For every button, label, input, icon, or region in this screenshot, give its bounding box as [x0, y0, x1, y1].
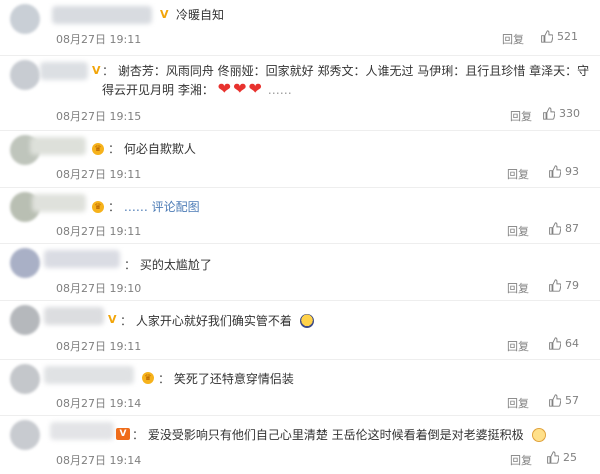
comment-content: 何必自欺欺人 [123, 142, 196, 156]
comment-text: ： 爱没受影响只有他们自己心里清楚 王岳伦这时候看着倒是对老婆挺积极 [132, 426, 546, 444]
heart-emojis: ❤❤❤ [217, 79, 264, 98]
comment-item: V ： 谢杏芳：风雨同舟 佟丽娅：回家就好 郑秀文：人谁无过 马伊琍：且行且珍惜… [0, 56, 600, 131]
laughing-emoji-icon [299, 314, 314, 328]
verified-red-icon: V [116, 428, 130, 440]
username[interactable] [44, 307, 104, 325]
comment-content: 笑死了还特意穿情侣装 [173, 372, 294, 386]
timestamp: 08月27日 19:11 [56, 225, 142, 238]
thumbs-up-icon [549, 337, 561, 350]
member-crown-icon: ♛ [92, 143, 104, 155]
comment-text: 冷暖自知 [176, 6, 224, 24]
like-button[interactable]: 57 [548, 394, 579, 407]
like-button[interactable]: 330 [542, 107, 580, 120]
comment-item: ♛ ： 笑死了还特意穿情侣装 08月27日 19:14 回复 57 [0, 360, 600, 416]
comment-text: ： 笑死了还特意穿情侣装 [158, 372, 294, 386]
verified-icon: V [160, 8, 169, 21]
like-button[interactable]: 25 [546, 451, 577, 464]
timestamp: 08月27日 19:11 [56, 168, 142, 181]
comment-content: 冷暖自知 [176, 8, 225, 22]
avatar[interactable] [10, 305, 40, 335]
reply-button[interactable]: 回复 [510, 452, 532, 468]
like-count: 57 [565, 394, 579, 407]
reply-button[interactable]: 回复 [507, 338, 529, 354]
avatar[interactable] [10, 420, 40, 450]
like-button[interactable]: 79 [548, 279, 579, 292]
reply-button[interactable]: 回复 [507, 280, 529, 296]
username[interactable] [44, 366, 134, 384]
like-count: 330 [559, 107, 580, 120]
reply-button[interactable]: 回复 [507, 223, 529, 239]
reply-button[interactable]: 回复 [507, 395, 529, 411]
username[interactable] [40, 62, 88, 80]
thumbs-up-icon [543, 107, 555, 120]
member-crown-icon: ♛ [92, 201, 104, 213]
comment-text: ： …… 评论配图 [108, 200, 200, 214]
timestamp: 08月27日 19:14 [56, 397, 142, 410]
avatar[interactable] [10, 248, 40, 278]
thumbs-up-icon [541, 30, 553, 43]
comment-item: ♛ ： …… 评论配图 08月27日 19:11 回复 87 [0, 188, 600, 244]
comment-content: 爱没受影响只有他们自己心里清楚 王岳伦这时候看着倒是对老婆挺积极 [147, 428, 524, 442]
username[interactable] [32, 194, 86, 212]
avatar[interactable] [10, 60, 40, 90]
comment-content: 买的太尴尬了 [139, 258, 212, 272]
like-button[interactable]: 87 [548, 222, 579, 235]
comment-list: V 冷暖自知 08月27日 19:11 回复 521 V ： 谢杏芳：风雨同舟 … [0, 0, 600, 474]
like-count: 87 [565, 222, 579, 235]
username[interactable] [52, 6, 152, 24]
comment-content: 人家开心就好我们确实管不着 [135, 314, 292, 328]
thumbs-up-icon [549, 279, 561, 292]
thumbs-up-icon [549, 394, 561, 407]
like-button[interactable]: 64 [548, 337, 579, 350]
thumbs-up-icon [549, 222, 561, 235]
comment-item: V 冷暖自知 08月27日 19:11 回复 521 [0, 0, 600, 56]
verified-icon: V [92, 64, 101, 77]
username[interactable] [44, 250, 120, 268]
timestamp: 08月27日 19:14 [56, 454, 142, 467]
comment-text: ： 谢杏芳：风雨同舟 佟丽娅：回家就好 郑秀文：人谁无过 马伊琍：且行且珍惜 章… [102, 64, 590, 98]
like-count: 521 [557, 30, 578, 43]
comment-item: ♛ ： 何必自欺欺人 08月27日 19:11 回复 93 [0, 131, 600, 188]
ellipsis: …… [267, 83, 292, 97]
like-button[interactable]: 93 [548, 165, 579, 178]
thumbs-up-icon [547, 451, 559, 464]
reply-button[interactable]: 回复 [502, 31, 524, 47]
comment-text: ： 买的太尴尬了 [124, 258, 212, 272]
like-count: 25 [563, 451, 577, 464]
timestamp: 08月27日 19:15 [56, 110, 142, 123]
comment-content: 谢杏芳：风雨同舟 佟丽娅：回家就好 郑秀文：人谁无过 马伊琍：且行且珍惜 章泽天… [102, 64, 590, 97]
timestamp: 08月27日 19:11 [56, 33, 142, 46]
verified-icon: V [108, 313, 117, 326]
avatar[interactable] [10, 364, 40, 394]
comment-item: V ： 爱没受影响只有他们自己心里清楚 王岳伦这时候看着倒是对老婆挺积极 08月… [0, 416, 600, 474]
like-count: 79 [565, 279, 579, 292]
reply-button[interactable]: 回复 [510, 108, 532, 124]
avatar[interactable] [10, 4, 40, 34]
username[interactable] [30, 137, 86, 155]
shy-emoji-icon [531, 428, 546, 442]
comment-text: ： 何必自欺欺人 [108, 142, 196, 156]
comment-text: ： 人家开心就好我们确实管不着 [120, 312, 314, 330]
like-button[interactable]: 521 [540, 30, 578, 43]
like-count: 64 [565, 337, 579, 350]
comment-item: ： 买的太尴尬了 08月27日 19:10 回复 79 [0, 244, 600, 301]
thumbs-up-icon [549, 165, 561, 178]
comment-item: V ： 人家开心就好我们确实管不着 08月27日 19:11 回复 64 [0, 301, 600, 360]
like-count: 93 [565, 165, 579, 178]
timestamp: 08月27日 19:11 [56, 340, 142, 353]
timestamp: 08月27日 19:10 [56, 282, 142, 295]
member-crown-icon: ♛ [142, 372, 154, 384]
username[interactable] [50, 422, 114, 440]
reply-button[interactable]: 回复 [507, 166, 529, 182]
comment-image-link[interactable]: …… 评论配图 [124, 200, 200, 214]
